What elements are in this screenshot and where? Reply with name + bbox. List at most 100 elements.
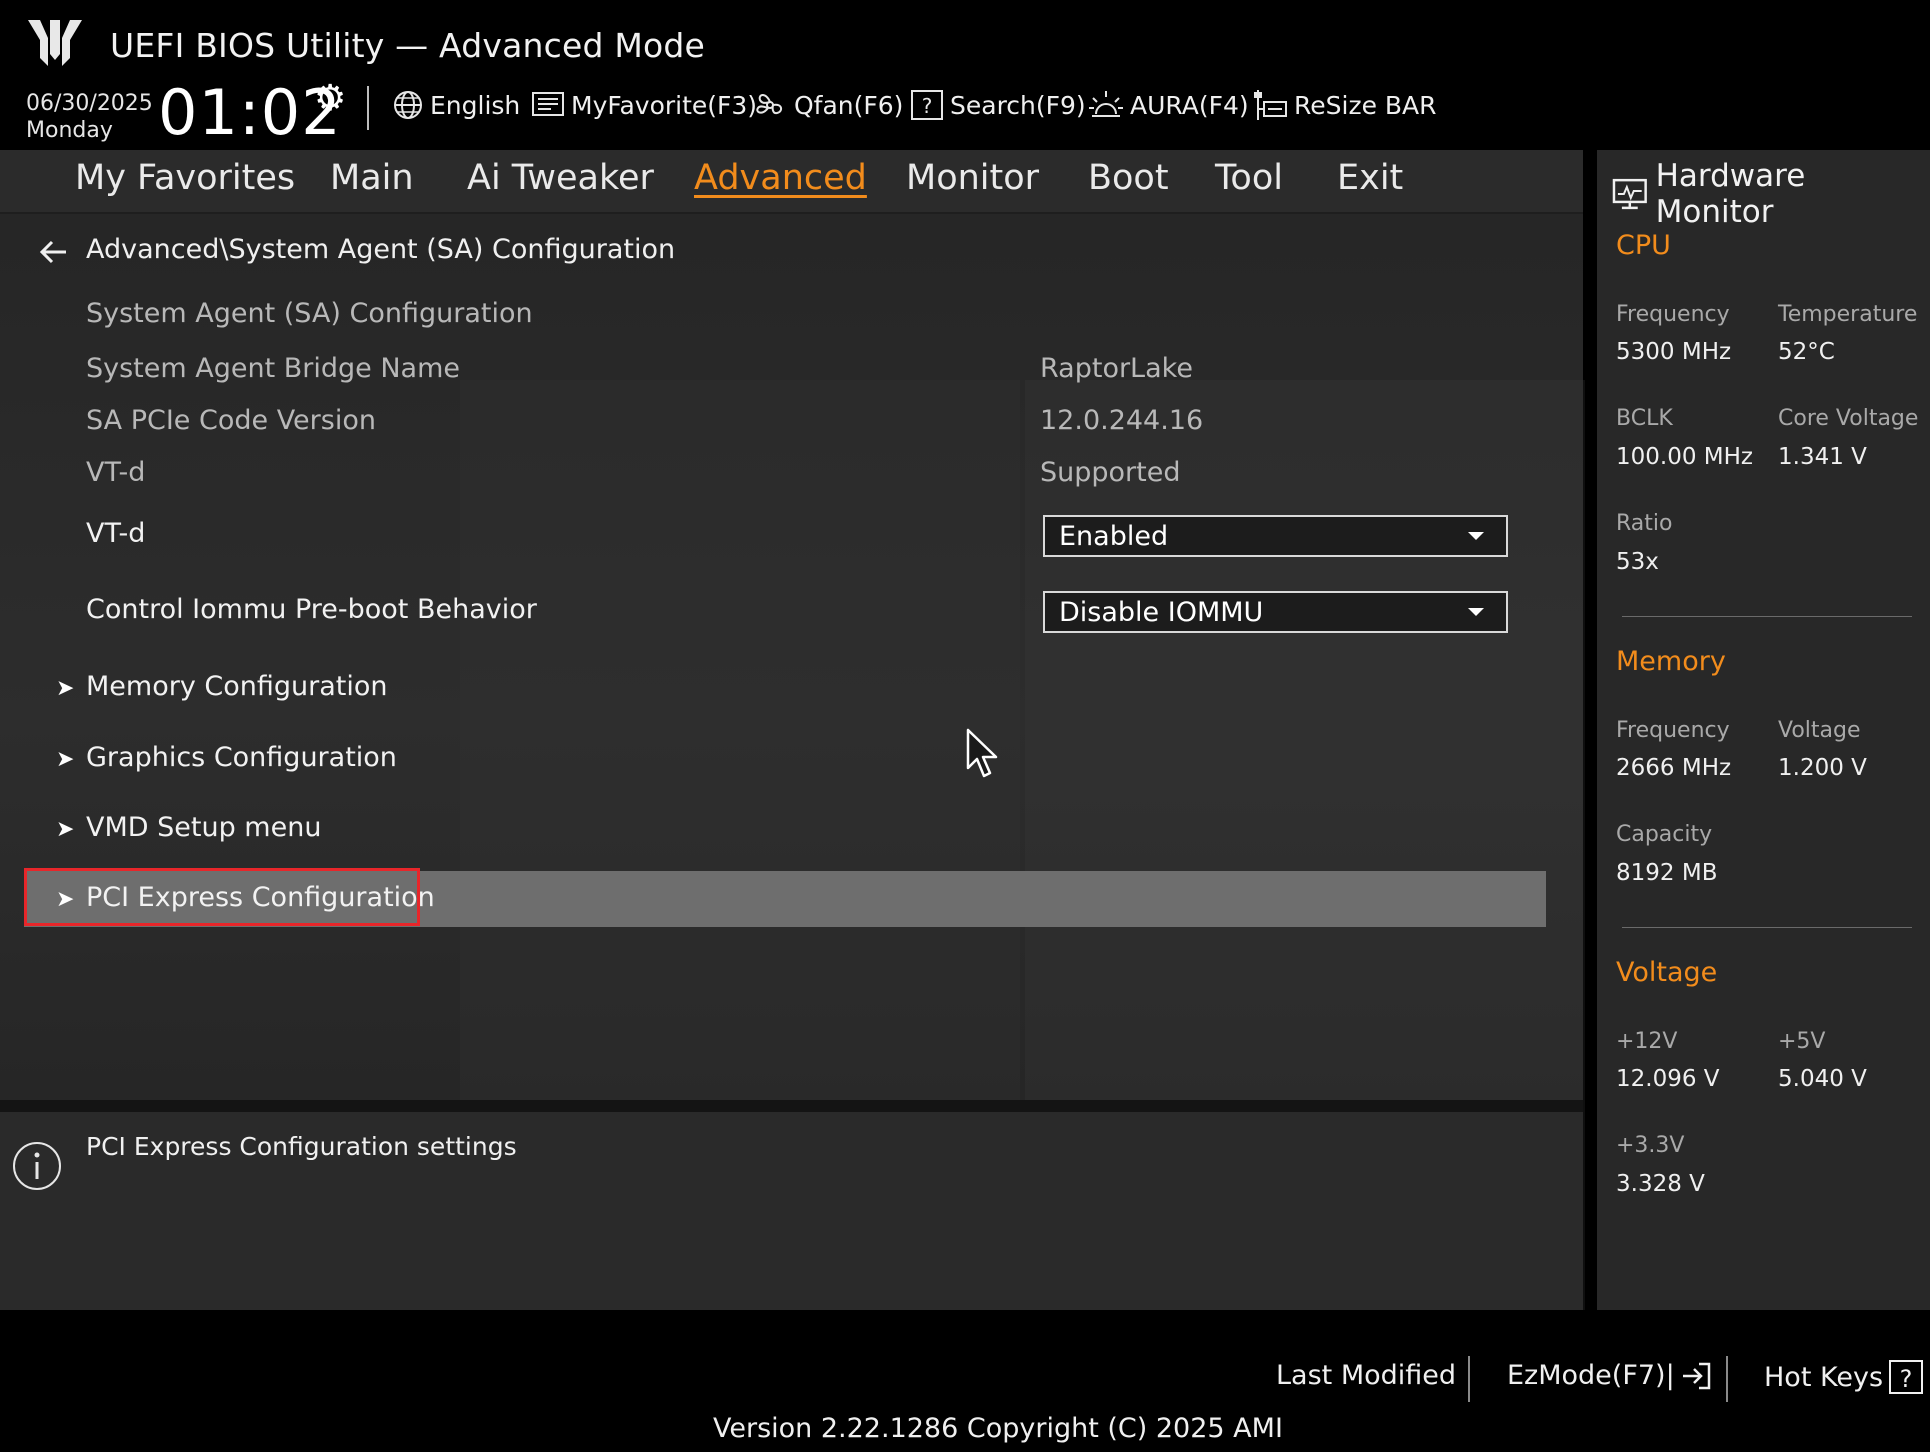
dropdown-caret-icon: [1468, 532, 1484, 540]
tab-my-favorites[interactable]: My Favorites: [75, 158, 295, 198]
back-arrow-icon[interactable]: [38, 236, 70, 268]
aura-label: AURA(F4): [1130, 90, 1249, 120]
header-divider: [367, 86, 369, 130]
breadcrumb: Advanced\System Agent (SA) Configuration: [86, 234, 676, 265]
v5-label: +5V: [1778, 1029, 1826, 1054]
v33-label: +3.3V: [1616, 1133, 1685, 1158]
myfavorite-label: MyFavorite(F3): [571, 90, 758, 120]
help-divider: [0, 1100, 1583, 1112]
ratio-label: Ratio: [1616, 511, 1673, 536]
tab-tool[interactable]: Tool: [1215, 158, 1283, 198]
bclk-label: BCLK: [1616, 406, 1673, 431]
language-button[interactable]: English: [392, 87, 520, 123]
tab-advanced[interactable]: Advanced: [694, 158, 867, 198]
cpu-temperature-value: 52°C: [1778, 339, 1835, 365]
dropdown-caret-icon: [1468, 608, 1484, 616]
search-label: Search(F9): [950, 90, 1086, 120]
hardware-monitor-title: Hardware Monitor: [1612, 158, 1930, 230]
qfan-label: Qfan(F6): [794, 90, 904, 120]
memory-capacity-label: Capacity: [1616, 822, 1713, 847]
submenu-vmd-setup-menu[interactable]: ➤ VMD Setup menu: [0, 803, 1545, 857]
hw-divider: [1622, 927, 1912, 928]
chevron-right-icon: ➤: [56, 817, 75, 842]
qfan-button[interactable]: Qfan(F6): [752, 87, 903, 123]
v12-value: 12.096 V: [1616, 1066, 1720, 1092]
cpu-frequency-label: Frequency: [1616, 302, 1730, 327]
memory-capacity-value: 8192 MB: [1616, 860, 1718, 886]
memory-frequency-label: Frequency: [1616, 718, 1730, 743]
vtd-support-label: VT-d: [86, 457, 146, 488]
svg-text:?: ?: [922, 94, 933, 118]
iommu-setting-label: Control Iommu Pre-boot Behavior: [86, 594, 537, 625]
myfavorite-button[interactable]: MyFavorite(F3): [531, 87, 757, 123]
voltage-heading: Voltage: [1616, 957, 1718, 988]
aura-icon: [1089, 91, 1123, 117]
favorite-list-icon: [532, 92, 564, 116]
mouse-cursor-icon: [966, 728, 998, 778]
hardware-monitor-title-text: Hardware Monitor: [1655, 158, 1806, 230]
vtd-dropdown-value: Enabled: [1059, 520, 1169, 552]
hot-keys-button[interactable]: Hot Keys ?: [1764, 1360, 1924, 1394]
last-modified-button[interactable]: Last Modified: [1276, 1360, 1456, 1391]
v5-value: 5.040 V: [1778, 1066, 1867, 1092]
info-icon: [13, 1142, 61, 1190]
bclk-value: 100.00 MHz: [1616, 444, 1754, 470]
memory-heading: Memory: [1616, 646, 1726, 677]
v33-value: 3.328 V: [1616, 1171, 1705, 1197]
resize-bar-label: ReSize BAR: [1294, 90, 1437, 120]
pcie-code-version-label: SA PCIe Code Version: [86, 405, 376, 436]
cpu-frequency-value: 5300 MHz: [1616, 339, 1732, 365]
bridge-name-value: RaptorLake: [1040, 353, 1193, 384]
iommu-dropdown-value: Disable IOMMU: [1059, 596, 1264, 628]
core-voltage-value: 1.341 V: [1778, 444, 1867, 470]
ratio-value: 53x: [1616, 549, 1659, 575]
globe-icon: [394, 91, 422, 119]
aura-button[interactable]: AURA(F4): [1088, 87, 1249, 123]
chevron-right-icon: ➤: [56, 676, 75, 701]
date-text: 06/30/2025: [26, 91, 153, 116]
footer-divider: [1468, 1356, 1470, 1402]
footer-divider: [1726, 1356, 1728, 1402]
submenu-label: VMD Setup menu: [86, 812, 322, 843]
help-box-icon: ?: [1889, 1360, 1924, 1394]
help-text: PCI Express Configuration settings: [86, 1132, 517, 1161]
ezmode-label: EzMode(F7)|: [1507, 1360, 1675, 1391]
vtd-dropdown[interactable]: Enabled: [1043, 515, 1508, 557]
selection-outline: [24, 868, 420, 926]
bridge-name-label: System Agent Bridge Name: [86, 353, 461, 384]
submenu-graphics-configuration[interactable]: ➤ Graphics Configuration: [0, 733, 1545, 787]
tab-monitor[interactable]: Monitor: [906, 158, 1039, 198]
memory-voltage-label: Voltage: [1778, 718, 1861, 743]
search-button[interactable]: ? Search(F9): [910, 87, 1086, 123]
app-title: UEFI BIOS Utility — Advanced Mode: [110, 26, 706, 65]
chevron-right-icon: ➤: [56, 747, 75, 772]
pcie-code-version-value: 12.0.244.16: [1040, 405, 1204, 436]
day-text: Monday: [26, 118, 113, 143]
language-label: English: [430, 90, 521, 120]
date-display: 06/30/2025 Monday: [26, 90, 153, 144]
v12-label: +12V: [1616, 1029, 1678, 1054]
ezmode-button[interactable]: EzMode(F7)|: [1507, 1360, 1713, 1391]
memory-frequency-value: 2666 MHz: [1616, 755, 1732, 781]
tuf-logo-icon: [28, 20, 82, 66]
vtd-setting-label: VT-d: [86, 518, 146, 549]
resize-bar-button[interactable]: ReSize BAR: [1252, 87, 1437, 123]
tab-boot[interactable]: Boot: [1088, 158, 1169, 198]
exit-arrow-icon: [1682, 1362, 1710, 1389]
tab-exit[interactable]: Exit: [1337, 158, 1403, 198]
tab-main[interactable]: Main: [330, 158, 414, 198]
vtd-support-value: Supported: [1040, 457, 1181, 488]
hot-keys-label: Hot Keys: [1764, 1361, 1884, 1393]
submenu-label: Memory Configuration: [86, 671, 388, 702]
submenu-label: Graphics Configuration: [86, 742, 397, 773]
help-box-icon: ?: [911, 90, 943, 120]
memory-voltage-value: 1.200 V: [1778, 755, 1867, 781]
last-modified-label: Last Modified: [1276, 1360, 1457, 1391]
section-title: System Agent (SA) Configuration: [86, 298, 533, 329]
clock-settings-gear-icon[interactable]: ⚙: [314, 78, 346, 119]
submenu-memory-configuration[interactable]: ➤ Memory Configuration: [0, 662, 1545, 716]
iommu-dropdown[interactable]: Disable IOMMU: [1043, 591, 1508, 633]
tab-ai-tweaker[interactable]: Ai Tweaker: [467, 158, 654, 198]
monitor-icon: [1612, 178, 1647, 210]
hw-divider: [1622, 616, 1912, 617]
